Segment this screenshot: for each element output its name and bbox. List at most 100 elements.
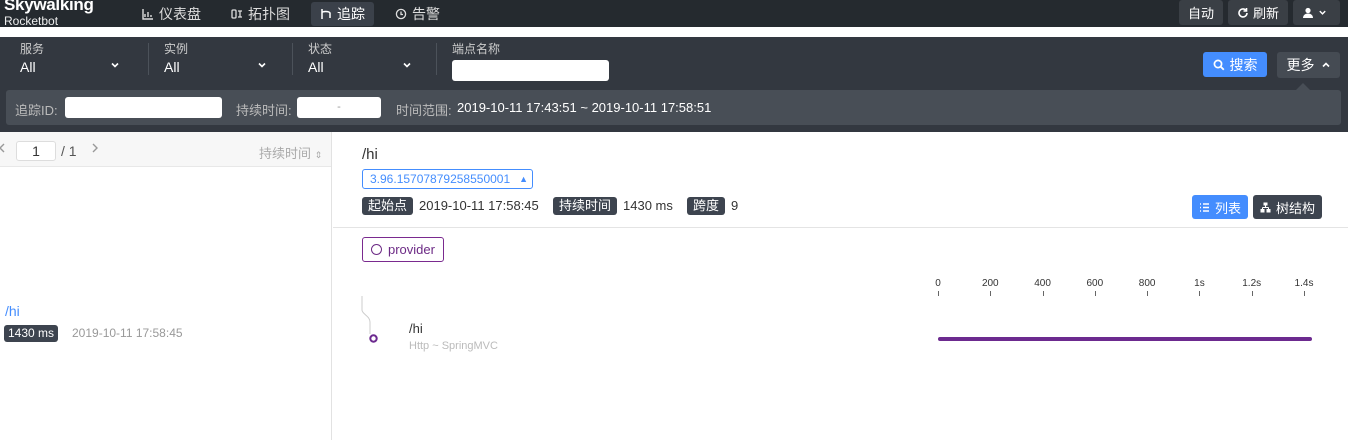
tree-view-label: 树结构: [1276, 200, 1316, 216]
span-name[interactable]: /hi: [409, 321, 423, 336]
service-select[interactable]: 服务 All: [20, 42, 130, 78]
trace-list-panel: 1 / 1 持续时间 ⇕ /hi 1430 ms 2019-10-11 17:5…: [0, 132, 332, 440]
main-nav: 仪表盘 拓扑图 追踪 告警: [133, 2, 461, 26]
filter-divider: [292, 43, 293, 75]
sort-icon: ⇕: [314, 150, 323, 160]
axis-tick-label: 1.2s: [1242, 278, 1262, 289]
trace-endpoint: /hi: [5, 303, 20, 319]
brand-name: Skywalking: [4, 0, 94, 14]
advanced-filters: 追踪ID: 持续时间: - 时间范围: 2019-10-11 17:43:51 …: [6, 90, 1341, 125]
nav-label-alarm: 告警: [412, 6, 440, 22]
sort-label: 持续时间: [259, 146, 312, 161]
more-label: 更多: [1286, 57, 1315, 73]
dropdown-caret: [1296, 83, 1310, 90]
tree-view-button[interactable]: 树结构: [1253, 195, 1323, 219]
divider: [333, 227, 1348, 228]
service-label: 服务: [20, 42, 45, 56]
chevron-down-icon: [403, 62, 411, 68]
trace-id-value: 3.96.15707879258550001: [370, 172, 511, 186]
duration-input[interactable]: -: [297, 97, 381, 118]
logo[interactable]: Skywalking Rocketbot: [4, 0, 94, 27]
page-input[interactable]: 1: [16, 141, 56, 161]
axis-tick-label: 0: [935, 278, 941, 289]
axis-tick-label: 800: [1138, 278, 1156, 289]
axis-tick-label: 600: [1086, 278, 1104, 289]
span-component: Http ~ SpringMVC: [409, 340, 498, 352]
top-nav-bar: Skywalking Rocketbot 仪表盘 拓扑图 追踪 告警 自动 刷新: [0, 0, 1348, 27]
search-label: 搜索: [1229, 56, 1258, 73]
axis-tick-mark: [1147, 291, 1149, 296]
refresh-button[interactable]: 刷新: [1227, 0, 1288, 25]
axis-tick-label: 400: [1034, 278, 1051, 289]
search-button[interactable]: 搜索: [1203, 52, 1267, 77]
axis-tick-label: 1.4s: [1294, 278, 1314, 289]
filter-divider: [148, 43, 149, 75]
nav-item-dashboard[interactable]: 仪表盘: [133, 2, 210, 26]
nav-label-dashboard: 仪表盘: [159, 6, 201, 22]
more-button[interactable]: 更多: [1277, 52, 1340, 78]
instance-label: 实例: [164, 42, 189, 56]
top-right-controls: 自动 刷新: [1174, 0, 1340, 25]
trace-title: /hi: [362, 146, 378, 163]
dashboard-icon: [142, 9, 153, 20]
axis-tick-mark: [990, 291, 992, 296]
nav-label-topology: 拓扑图: [248, 6, 290, 22]
topology-icon: [231, 9, 242, 19]
pagination: 1 / 1 持续时间 ⇕: [0, 132, 331, 167]
status-label: 状态: [308, 42, 333, 56]
chevron-down-icon: [258, 62, 266, 68]
duration-tag: 持续时间: [553, 196, 618, 215]
status-select[interactable]: 状态 All: [308, 42, 422, 78]
trace-id-select[interactable]: 3.96.15707879258550001 ▲: [362, 169, 533, 189]
span-meta: 跨度 9: [687, 196, 738, 215]
duration-meta: 持续时间 1430 ms: [553, 196, 673, 215]
chevron-up-icon: [1321, 62, 1330, 68]
nav-item-alarm[interactable]: 告警: [386, 2, 449, 26]
search-icon: [1213, 59, 1224, 70]
axis-tick-mark: [1304, 291, 1305, 296]
chevron-down-icon: [111, 62, 119, 68]
chevron-down-icon: [1319, 10, 1326, 15]
axis-tick-label: 200: [981, 278, 999, 289]
timeline-axis: 0 200 400 600 800 1s 1.2s 1.4s: [935, 278, 1318, 298]
endpoint-label: 端点名称: [452, 42, 501, 56]
duration-value: 1430 ms: [623, 198, 673, 213]
list-view-button[interactable]: 列表: [1192, 195, 1249, 219]
service-circle-icon: [371, 244, 382, 255]
view-switcher: 列表 树结构: [1192, 195, 1327, 219]
start-tag: 起始点: [362, 196, 414, 215]
time-range-label: 时间范围:: [396, 103, 452, 118]
product-name: Rocketbot: [4, 14, 59, 28]
axis-tick-mark: [1094, 291, 1096, 296]
span-duration-bar[interactable]: [938, 337, 1312, 341]
user-menu-button[interactable]: [1293, 0, 1340, 25]
filter-divider: [436, 43, 437, 75]
tree-icon: [1260, 202, 1271, 212]
service-tag[interactable]: provider: [362, 237, 444, 262]
chevron-right-icon[interactable]: [91, 142, 99, 154]
span-tag: 跨度: [687, 196, 726, 215]
trace-duration-badge: 1430 ms: [4, 325, 59, 342]
trace-id-input[interactable]: [65, 97, 222, 118]
span-tree-connector: [361, 296, 378, 343]
trace-detail-panel: /hi 3.96.15707879258550001 ▲ 起始点 2019-10…: [333, 132, 1348, 440]
trace-start-time: 2019-10-11 17:58:45: [72, 326, 183, 340]
select-arrows-icon: ▲: [519, 174, 528, 184]
trace-list-item[interactable]: /hi 1430 ms 2019-10-11 17:58:45: [0, 300, 331, 344]
nav-item-trace[interactable]: 追踪: [311, 2, 374, 26]
time-range-value[interactable]: 2019-10-11 17:43:51 ~ 2019-10-11 17:58:5…: [457, 100, 711, 115]
sort-by-duration[interactable]: 持续时间 ⇕: [259, 143, 322, 162]
endpoint-input[interactable]: [452, 60, 609, 81]
span-value: 9: [731, 198, 739, 213]
start-meta: 起始点 2019-10-11 17:58:45: [362, 196, 539, 215]
instance-select[interactable]: 实例 All: [164, 42, 277, 78]
duration-label: 持续时间:: [236, 103, 292, 118]
nav-item-topology[interactable]: 拓扑图: [222, 2, 299, 26]
auto-refresh-button[interactable]: 自动: [1178, 0, 1223, 25]
axis-tick-label: 1s: [1194, 278, 1205, 289]
refresh-icon: [1238, 7, 1248, 18]
chevron-left-icon[interactable]: [0, 142, 6, 154]
trace-icon: [321, 9, 331, 19]
axis-tick-mark: [938, 291, 939, 296]
user-icon: [1303, 7, 1313, 18]
